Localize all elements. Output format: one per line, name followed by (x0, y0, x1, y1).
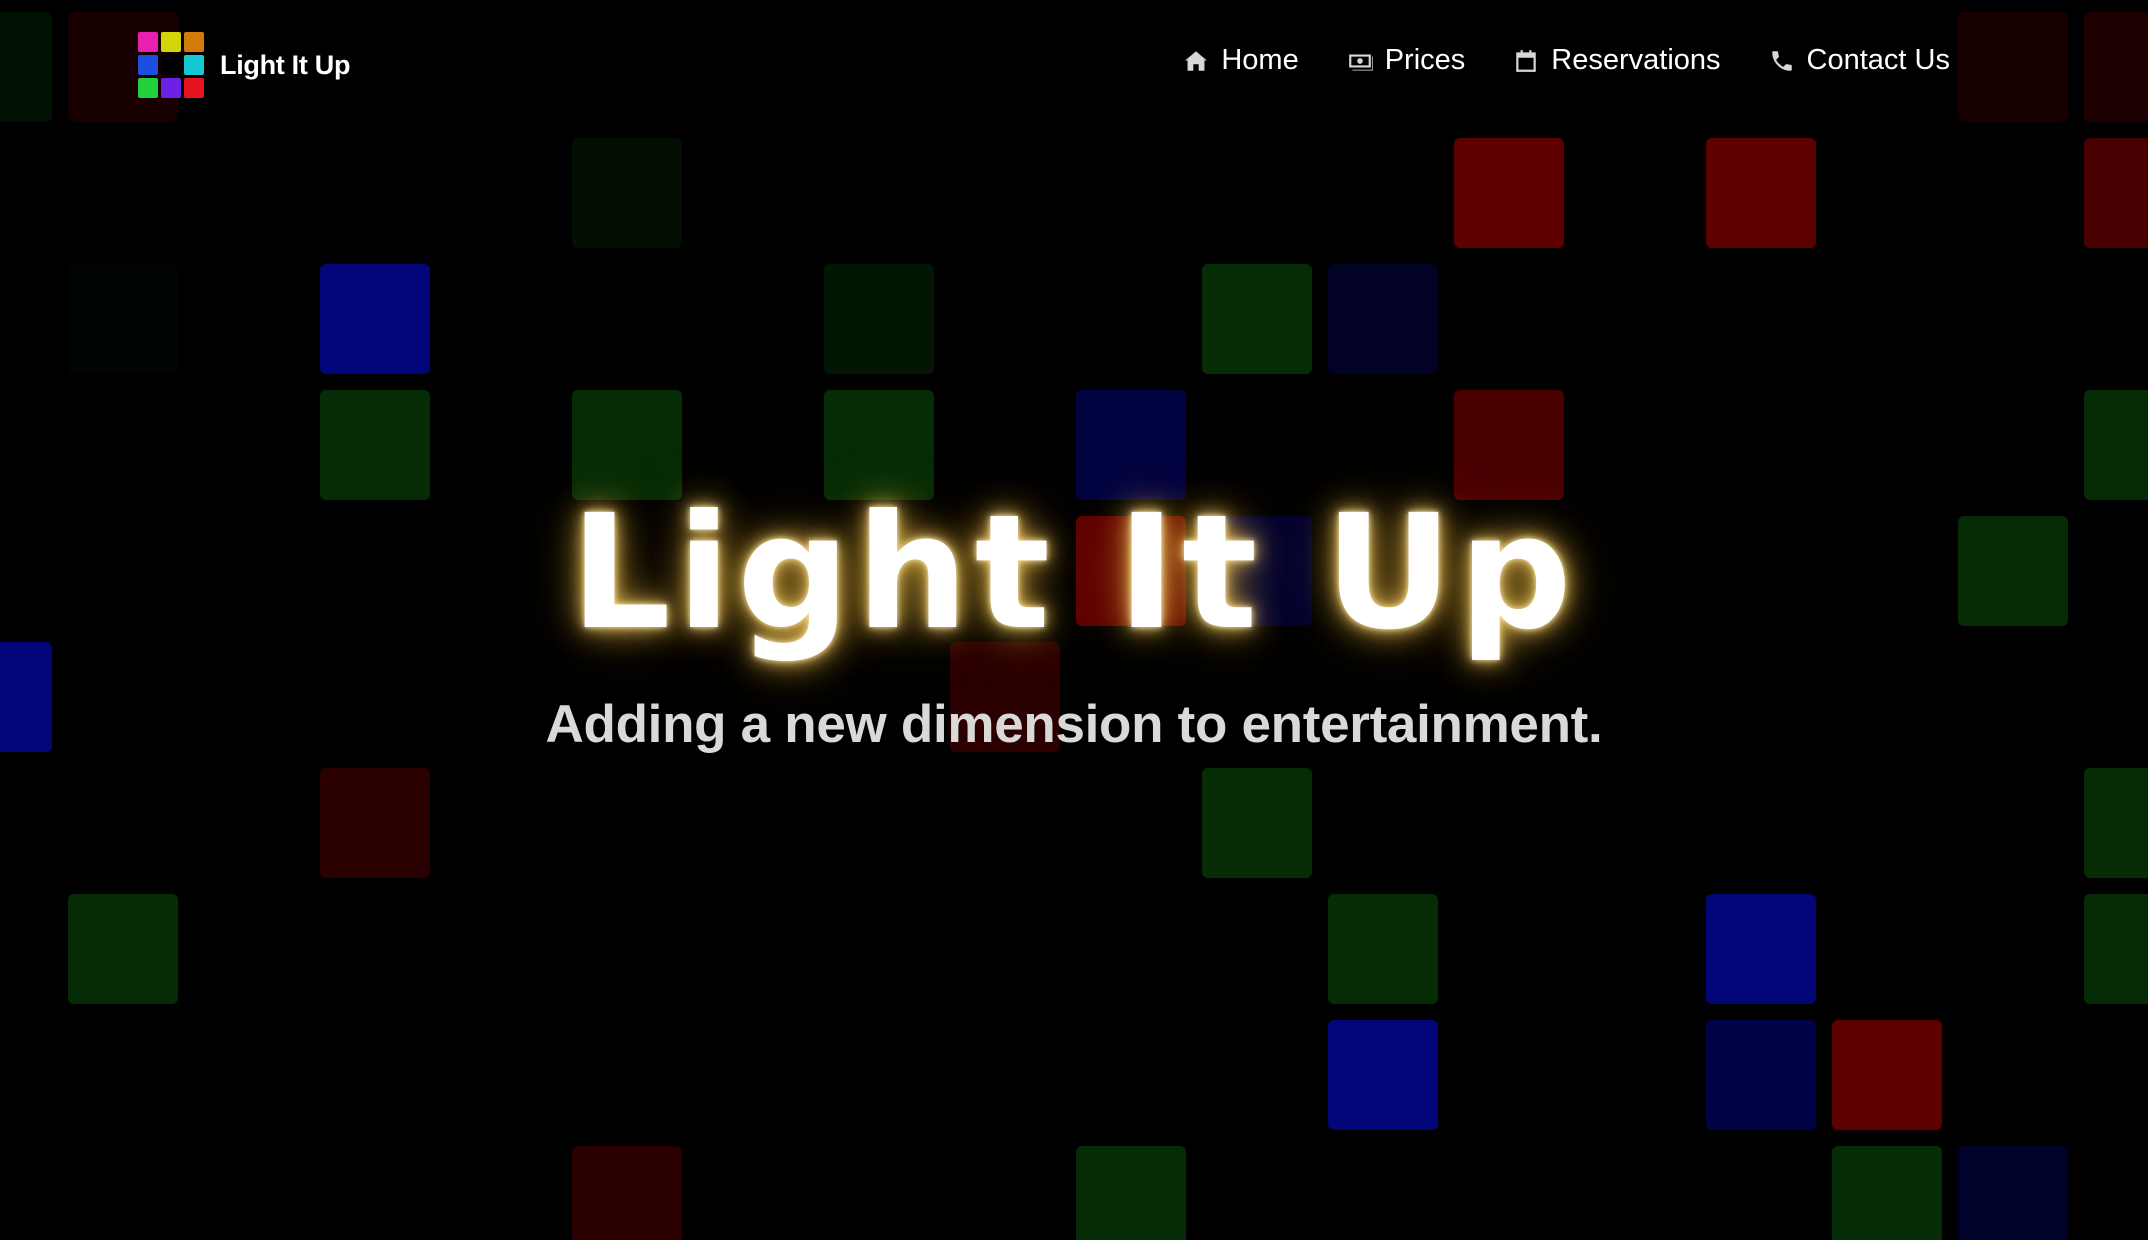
light-tile (1832, 1146, 1942, 1240)
light-tile (1958, 1146, 2068, 1240)
money-icon (1348, 54, 1373, 71)
light-tile (1832, 1020, 1942, 1130)
nav-contact[interactable]: Contact Us (1769, 44, 1950, 77)
logo-grid-icon (138, 32, 204, 98)
logo-cell (184, 32, 204, 52)
logo-cell (138, 78, 158, 98)
logo-cell (138, 55, 158, 75)
logo-cell (161, 78, 181, 98)
light-tile (1706, 894, 1816, 1004)
light-tile (1454, 138, 1564, 248)
nav-home[interactable]: Home (1183, 44, 1299, 77)
light-tile (1706, 138, 1816, 248)
light-tile (1076, 1146, 1186, 1240)
light-tile (1328, 894, 1438, 1004)
nav-prices-label: Prices (1384, 44, 1466, 76)
calendar-icon (1516, 49, 1537, 72)
hero-subtitle: Adding a new dimension to entertainment. (545, 695, 1603, 754)
light-tile (1202, 264, 1312, 374)
nav-reservations-label: Reservations (1551, 44, 1721, 76)
light-tile (1202, 768, 1312, 878)
site-header: Light It Up Home Prices Reservations Con… (0, 0, 2148, 134)
nav-prices[interactable]: Prices (1347, 44, 1466, 77)
light-tile (2084, 768, 2148, 878)
light-tile (320, 264, 430, 374)
light-tile (68, 264, 178, 374)
logo-cell (184, 78, 204, 98)
logo-cell (161, 32, 181, 52)
light-tile (572, 1146, 682, 1240)
light-tile (824, 264, 934, 374)
home-icon (1185, 50, 1208, 71)
brand-link[interactable]: Light It Up (138, 32, 350, 98)
light-tile (1328, 264, 1438, 374)
light-tile (2084, 894, 2148, 1004)
logo-cell (138, 32, 158, 52)
light-tile (572, 138, 682, 248)
logo-cell (161, 55, 181, 75)
nav-reservations[interactable]: Reservations (1513, 44, 1721, 77)
brand-name: Light It Up (220, 49, 351, 80)
light-tile (1706, 1020, 1816, 1130)
light-tile (320, 768, 430, 878)
light-tile (68, 894, 178, 1004)
page: Light It Up Home Prices Reservations Con… (0, 0, 2148, 1240)
light-tile (2084, 138, 2148, 248)
light-tile (320, 390, 430, 500)
light-tile (2084, 390, 2148, 500)
logo-cell (184, 55, 204, 75)
light-tile (1328, 1020, 1438, 1130)
phone-icon (1771, 50, 1792, 71)
nav-home-label: Home (1221, 44, 1299, 76)
nav-contact-label: Contact Us (1806, 44, 1950, 76)
hero-title: Light It Up (570, 481, 1578, 665)
main-nav: Home Prices Reservations Contact Us (1183, 44, 1950, 77)
